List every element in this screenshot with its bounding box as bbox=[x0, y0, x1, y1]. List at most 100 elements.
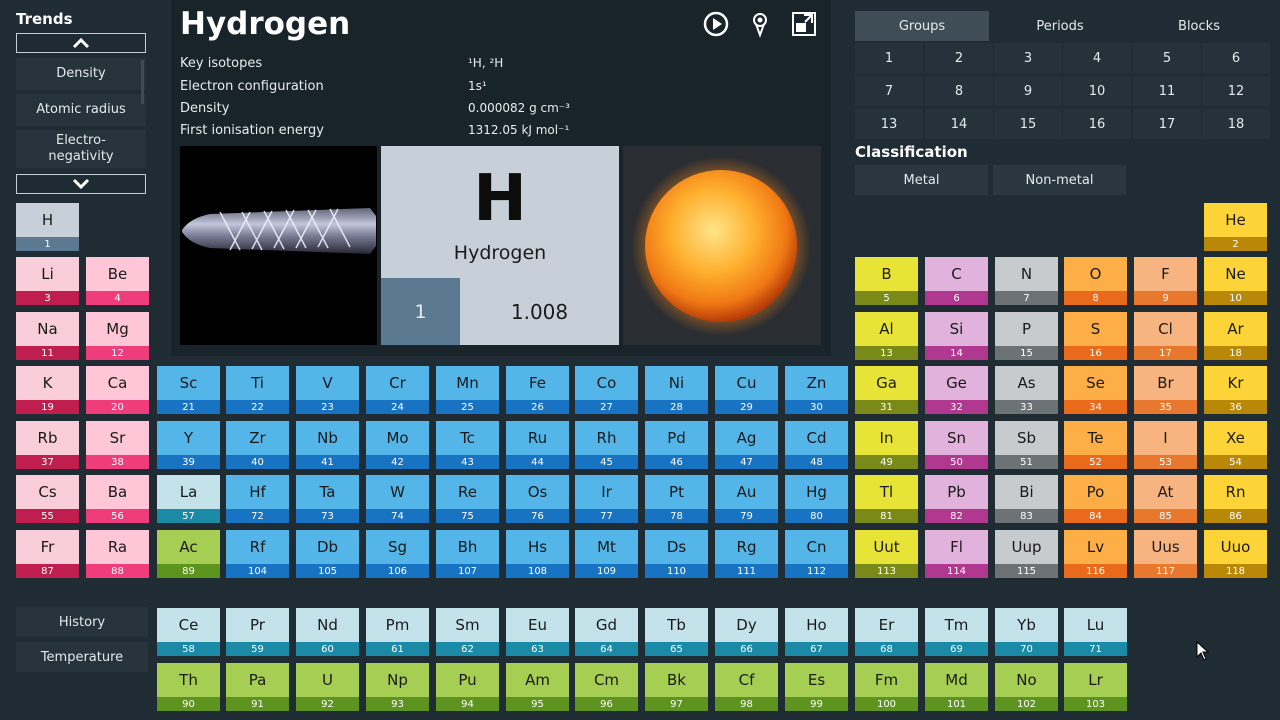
element-tile-si[interactable]: Si 14 bbox=[925, 312, 988, 360]
element-tile-v[interactable]: V 23 bbox=[296, 366, 359, 414]
element-tile-y[interactable]: Y 39 bbox=[157, 421, 220, 469]
element-tile-f[interactable]: F9 bbox=[1134, 257, 1197, 305]
element-tile-no[interactable]: No 102 bbox=[995, 663, 1058, 711]
element-tile-dy[interactable]: Dy 66 bbox=[715, 608, 778, 656]
element-tile-re[interactable]: Re 75 bbox=[436, 475, 499, 523]
element-tile-ta[interactable]: Ta 73 bbox=[296, 475, 359, 523]
element-tile-cd[interactable]: Cd 48 bbox=[785, 421, 848, 469]
element-tile-n[interactable]: N7 bbox=[995, 257, 1058, 305]
element-tile-rn[interactable]: Rn 86 bbox=[1204, 475, 1267, 523]
group-1-button[interactable]: 1 bbox=[855, 43, 923, 73]
element-tile-s[interactable]: S 16 bbox=[1064, 312, 1127, 360]
element-tile-sc[interactable]: Sc 21 bbox=[157, 366, 220, 414]
element-tile-fl[interactable]: Fl 114 bbox=[925, 530, 988, 578]
element-tile-sb[interactable]: Sb 51 bbox=[995, 421, 1058, 469]
trend-item-atomic-radius[interactable]: Atomic radius bbox=[16, 94, 146, 126]
element-tile-rg[interactable]: Rg 111 bbox=[715, 530, 778, 578]
element-tile-th[interactable]: Th 90 bbox=[157, 663, 220, 711]
element-tile-cs[interactable]: Cs 55 bbox=[16, 475, 79, 523]
element-tile-mo[interactable]: Mo 42 bbox=[366, 421, 429, 469]
element-tile-k[interactable]: K 19 bbox=[16, 366, 79, 414]
element-tile-uut[interactable]: Uut 113 bbox=[855, 530, 918, 578]
element-tile-cr[interactable]: Cr 24 bbox=[366, 366, 429, 414]
element-tile-ni[interactable]: Ni 28 bbox=[645, 366, 708, 414]
element-tile-fr[interactable]: Fr 87 bbox=[16, 530, 79, 578]
element-tile-uus[interactable]: Uus 117 bbox=[1134, 530, 1197, 578]
element-tile-tb[interactable]: Tb 65 bbox=[645, 608, 708, 656]
group-13-button[interactable]: 13 bbox=[855, 109, 923, 139]
sun-photo[interactable] bbox=[623, 146, 821, 345]
group-11-button[interactable]: 11 bbox=[1133, 76, 1201, 106]
element-tile-am[interactable]: Am 95 bbox=[506, 663, 569, 711]
element-tile-he[interactable]: He 2 bbox=[1204, 203, 1267, 251]
element-tile-ho[interactable]: Ho 67 bbox=[785, 608, 848, 656]
element-tile-lr[interactable]: Lr 103 bbox=[1064, 663, 1127, 711]
element-tile-rh[interactable]: Rh 45 bbox=[575, 421, 638, 469]
classification-metal-button[interactable]: Metal bbox=[855, 165, 988, 195]
element-tile-ce[interactable]: Ce 58 bbox=[157, 608, 220, 656]
element-tile-au[interactable]: Au 79 bbox=[715, 475, 778, 523]
element-tile-pu[interactable]: Pu 94 bbox=[436, 663, 499, 711]
group-5-button[interactable]: 5 bbox=[1133, 43, 1201, 73]
element-tile-hg[interactable]: Hg 80 bbox=[785, 475, 848, 523]
classification-nonmetal-button[interactable]: Non-metal bbox=[993, 165, 1126, 195]
element-tile-zr[interactable]: Zr 40 bbox=[226, 421, 289, 469]
element-tile-as[interactable]: As 33 bbox=[995, 366, 1058, 414]
element-tile-ti[interactable]: Ti 22 bbox=[226, 366, 289, 414]
element-tile-ca[interactable]: Ca 20 bbox=[86, 366, 149, 414]
audio-icon[interactable] bbox=[746, 10, 774, 38]
group-17-button[interactable]: 17 bbox=[1133, 109, 1201, 139]
element-tile-db[interactable]: Db 105 bbox=[296, 530, 359, 578]
group-6-button[interactable]: 6 bbox=[1202, 43, 1270, 73]
element-tile-mt[interactable]: Mt 109 bbox=[575, 530, 638, 578]
group-16-button[interactable]: 16 bbox=[1063, 109, 1131, 139]
tab-blocks[interactable]: Blocks bbox=[1132, 11, 1266, 41]
group-14-button[interactable]: 14 bbox=[925, 109, 993, 139]
element-tile-ne[interactable]: Ne 10 bbox=[1204, 257, 1267, 305]
element-tile-ds[interactable]: Ds 110 bbox=[645, 530, 708, 578]
element-tile-eu[interactable]: Eu 63 bbox=[506, 608, 569, 656]
tab-groups[interactable]: Groups bbox=[855, 11, 989, 41]
element-tile-nb[interactable]: Nb 41 bbox=[296, 421, 359, 469]
element-tile-np[interactable]: Np 93 bbox=[366, 663, 429, 711]
element-tile-xe[interactable]: Xe 54 bbox=[1204, 421, 1267, 469]
element-tile-cf[interactable]: Cf 98 bbox=[715, 663, 778, 711]
element-tile-rb[interactable]: Rb 37 bbox=[16, 421, 79, 469]
element-tile-h[interactable]: H1 bbox=[16, 203, 79, 251]
element-tile-b[interactable]: B5 bbox=[855, 257, 918, 305]
element-tile-se[interactable]: Se 34 bbox=[1064, 366, 1127, 414]
element-tile-pt[interactable]: Pt 78 bbox=[645, 475, 708, 523]
element-tile-lv[interactable]: Lv 116 bbox=[1064, 530, 1127, 578]
trends-scroll-down-button[interactable] bbox=[16, 174, 146, 194]
element-tile-sm[interactable]: Sm 62 bbox=[436, 608, 499, 656]
element-tile-bk[interactable]: Bk 97 bbox=[645, 663, 708, 711]
element-tile-er[interactable]: Er 68 bbox=[855, 608, 918, 656]
expand-icon[interactable] bbox=[790, 10, 818, 38]
element-tile-cn[interactable]: Cn 112 bbox=[785, 530, 848, 578]
group-7-button[interactable]: 7 bbox=[855, 76, 923, 106]
element-tile-li[interactable]: Li 3 bbox=[16, 257, 79, 305]
element-tile-zn[interactable]: Zn 30 bbox=[785, 366, 848, 414]
group-18-button[interactable]: 18 bbox=[1202, 109, 1270, 139]
element-tile-cl[interactable]: Cl 17 bbox=[1134, 312, 1197, 360]
element-tile-tl[interactable]: Tl 81 bbox=[855, 475, 918, 523]
element-tile-p[interactable]: P 15 bbox=[995, 312, 1058, 360]
element-tile-be[interactable]: Be 4 bbox=[86, 257, 149, 305]
element-tile-bh[interactable]: Bh 107 bbox=[436, 530, 499, 578]
element-tile-co[interactable]: Co 27 bbox=[575, 366, 638, 414]
element-tile-tc[interactable]: Tc 43 bbox=[436, 421, 499, 469]
element-tile-la[interactable]: La 57 bbox=[157, 475, 220, 523]
trend-item-electronegativity[interactable]: Electro- negativity bbox=[16, 130, 146, 168]
element-tile-i[interactable]: I 53 bbox=[1134, 421, 1197, 469]
element-tile-te[interactable]: Te 52 bbox=[1064, 421, 1127, 469]
element-tile-ra[interactable]: Ra 88 bbox=[86, 530, 149, 578]
element-tile-kr[interactable]: Kr 36 bbox=[1204, 366, 1267, 414]
element-tile-po[interactable]: Po 84 bbox=[1064, 475, 1127, 523]
trends-scroll-up-button[interactable] bbox=[16, 33, 146, 53]
element-tile-bi[interactable]: Bi 83 bbox=[995, 475, 1058, 523]
group-2-button[interactable]: 2 bbox=[925, 43, 993, 73]
element-tile-cu[interactable]: Cu 29 bbox=[715, 366, 778, 414]
element-tile-sg[interactable]: Sg 106 bbox=[366, 530, 429, 578]
element-tile-pd[interactable]: Pd 46 bbox=[645, 421, 708, 469]
element-tile-al[interactable]: Al 13 bbox=[855, 312, 918, 360]
